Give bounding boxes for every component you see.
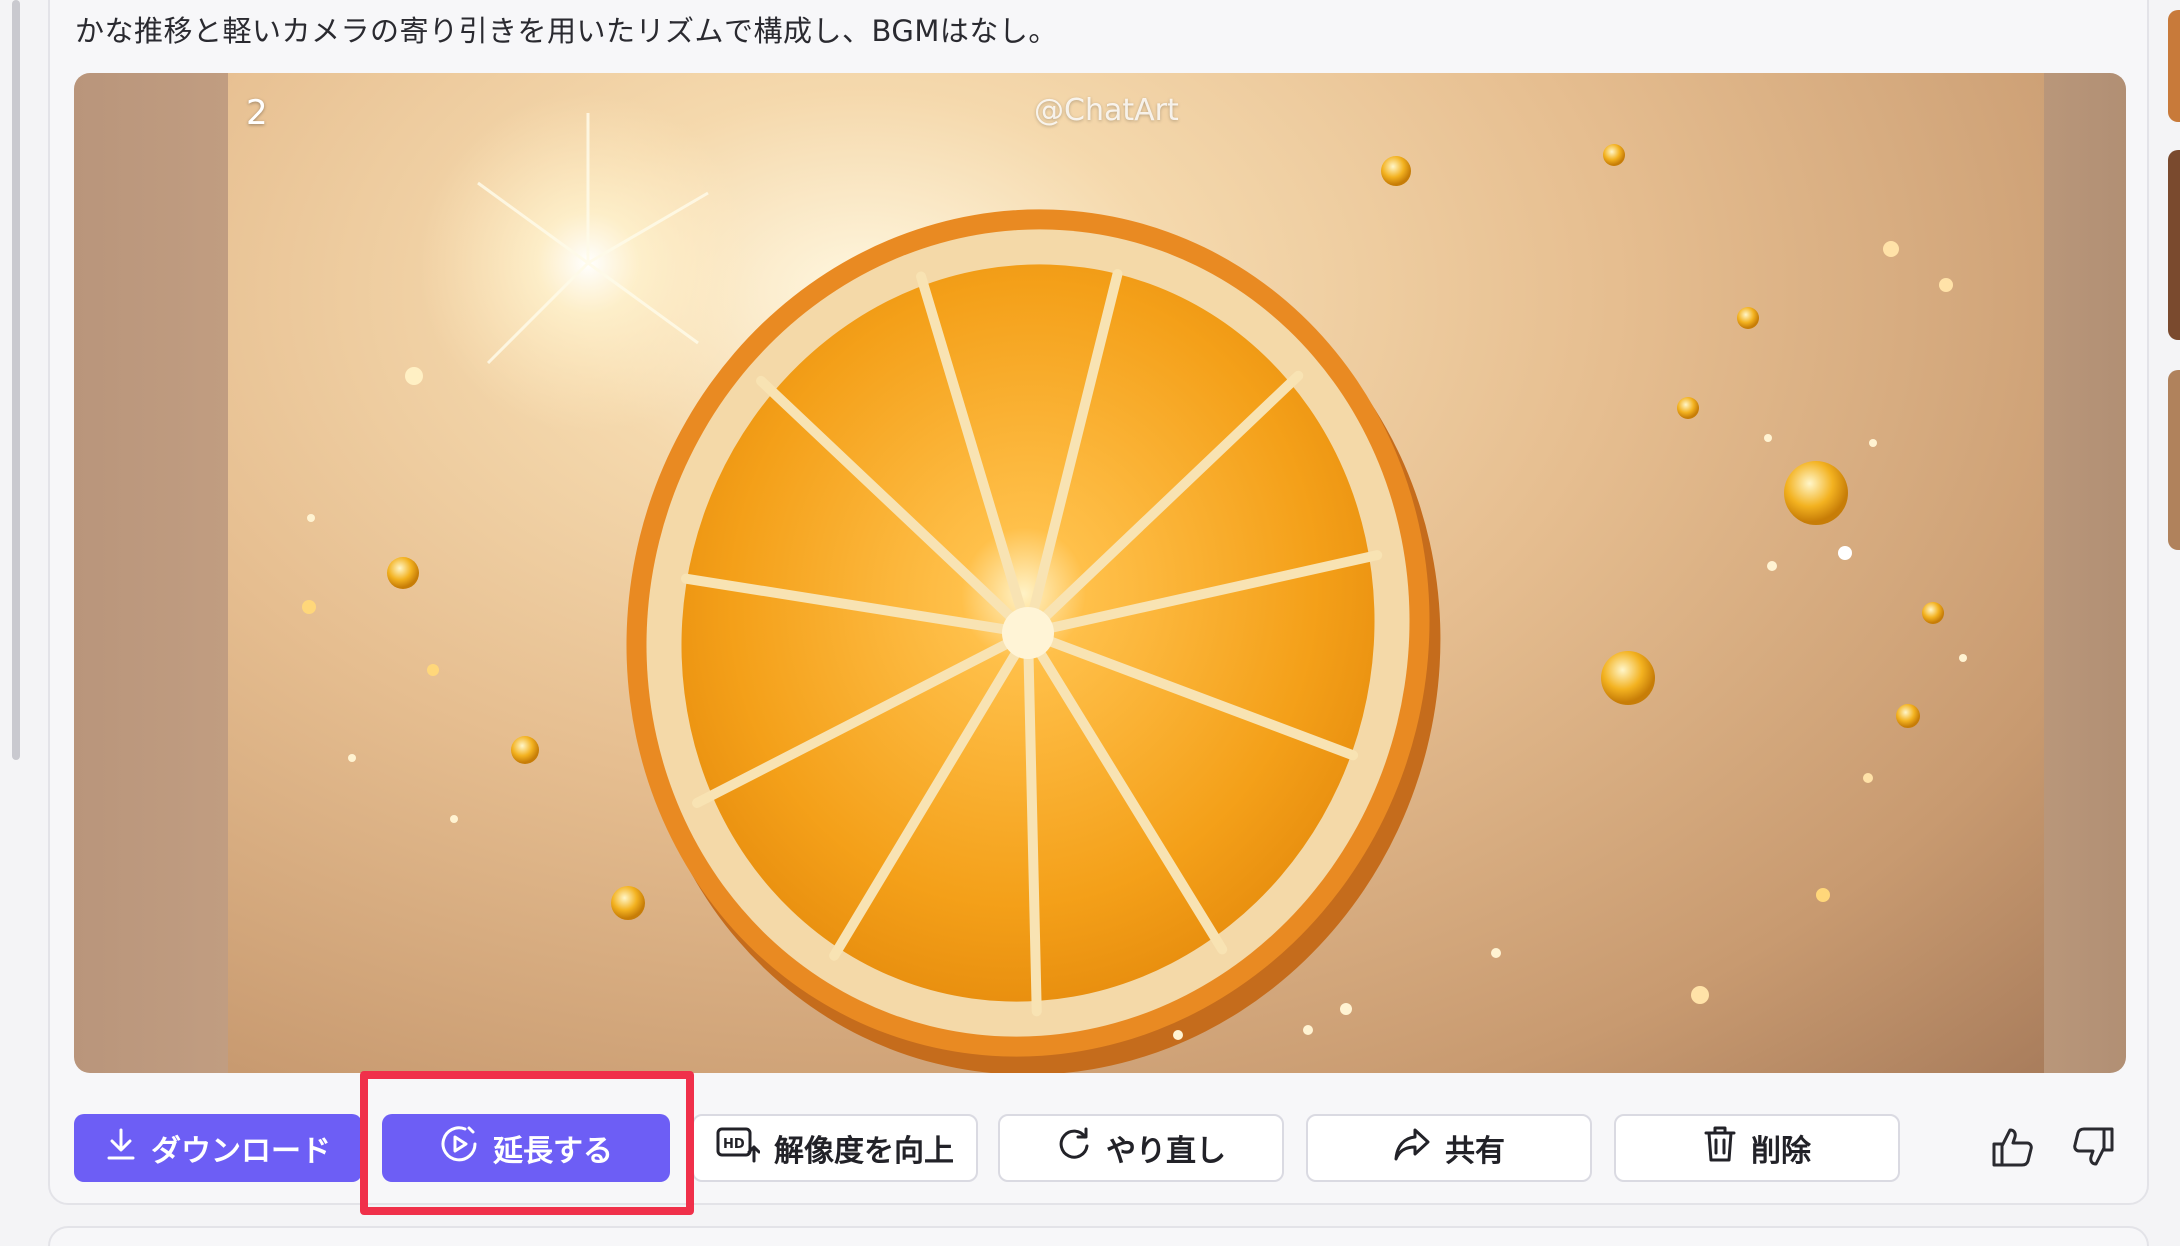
watermark: @ChatArt xyxy=(1034,93,1179,128)
delete-button[interactable]: 削除 xyxy=(1614,1114,1900,1182)
redo-label: やり直し xyxy=(1106,1134,1226,1169)
thumbs-up-icon xyxy=(1991,1126,2035,1172)
side-thumbnail[interactable] xyxy=(2168,10,2180,122)
share-icon xyxy=(1393,1126,1431,1170)
side-thumbnail[interactable] xyxy=(2168,370,2180,550)
dislike-button[interactable] xyxy=(2070,1126,2116,1172)
orange-slice-image xyxy=(302,93,1967,1073)
download-icon xyxy=(105,1127,137,1169)
video-preview[interactable]: 2 @ChatArt xyxy=(74,73,2126,1073)
page-scrollbar[interactable] xyxy=(12,0,20,760)
trash-icon xyxy=(1703,1125,1737,1171)
download-button[interactable]: ダウンロード xyxy=(74,1114,362,1182)
share-button[interactable]: 共有 xyxy=(1306,1114,1592,1182)
action-toolbar: ダウンロード 延長する HD 解像度を向上 やり直し 共有 削除 xyxy=(74,1114,2134,1182)
next-result-card xyxy=(48,1226,2149,1246)
redo-button[interactable]: やり直し xyxy=(998,1114,1284,1182)
delete-label: 削除 xyxy=(1751,1134,1811,1169)
hd-upscale-icon: HD xyxy=(716,1125,761,1171)
slide-number: 2 xyxy=(246,93,268,133)
upscale-label: 解像度を向上 xyxy=(774,1134,954,1169)
side-thumbnail[interactable] xyxy=(2168,150,2180,340)
upscale-button[interactable]: HD 解像度を向上 xyxy=(692,1114,978,1182)
share-label: 共有 xyxy=(1445,1134,1505,1169)
redo-icon xyxy=(1056,1126,1092,1170)
page: かな推移と軽いカメラの寄り引きを用いたリズムで構成し、BGMはなし。 2 @Ch… xyxy=(0,0,2180,1246)
svg-text:HD: HD xyxy=(723,1137,745,1152)
thumbs-down-icon xyxy=(2071,1126,2115,1172)
side-thumbnails xyxy=(2168,0,2180,600)
extend-label: 延長する xyxy=(493,1134,613,1169)
video-extend-icon xyxy=(439,1124,479,1172)
video-frame[interactable]: 2 @ChatArt xyxy=(228,73,2044,1073)
like-button[interactable] xyxy=(1990,1126,2036,1172)
prompt-text: かな推移と軽いカメラの寄り引きを用いたリズムで構成し、BGMはなし。 xyxy=(75,14,1058,48)
extend-button[interactable]: 延長する xyxy=(382,1114,670,1182)
download-label: ダウンロード xyxy=(151,1134,331,1169)
